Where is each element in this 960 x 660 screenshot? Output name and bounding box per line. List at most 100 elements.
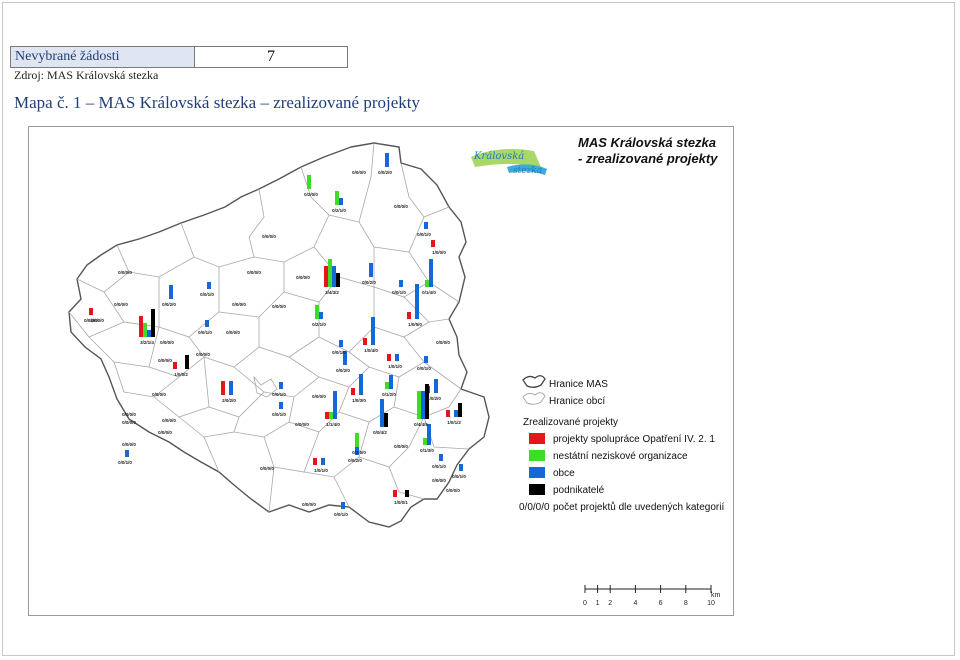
municipality-code-label: 1/0/0/0	[432, 250, 446, 255]
project-bar	[405, 490, 409, 497]
municipality-code-label: 0/0/2/0	[162, 302, 176, 307]
project-bar	[380, 399, 384, 427]
legend-swatch-blue	[529, 467, 545, 478]
municipality-code-label: 0/0/1/0	[118, 460, 132, 465]
kralovska-stezka-logo: Královská stezka	[471, 149, 547, 176]
legend-section-title: Zrealizované projekty	[523, 417, 618, 428]
project-bar	[424, 222, 428, 229]
municipality-code-label: 1/0/4/0	[364, 348, 378, 353]
municipality-code-label: 0/0/1/0	[332, 350, 346, 355]
logo-text-kralovska: Královská	[473, 151, 524, 162]
legend-code-explanation: počet projektů dle uvedených kategorií	[553, 501, 724, 513]
project-bar	[459, 464, 463, 471]
municipality-code-label: 0/1/2/0	[382, 392, 396, 397]
legend-label-spoluprace: projekty spolupráce Opatření IV. 2. 1	[553, 434, 715, 445]
project-bar	[446, 410, 450, 417]
project-bar	[229, 381, 233, 395]
municipality-code-label: 0/0/1/0	[432, 464, 446, 469]
municipality-code-label: 0/0/0/0	[295, 422, 309, 427]
municipality-code-label: 1/0/1/2	[447, 420, 461, 425]
municipality-code-label: 0/0/0/0	[247, 270, 261, 275]
municipality-code-label: 0/0/1/0	[198, 330, 212, 335]
project-bar	[415, 284, 419, 319]
legend-mas-boundary-symbol	[522, 375, 546, 388]
project-bar	[205, 320, 209, 327]
municipality-code-label: 0/0/0/0	[302, 502, 316, 507]
scale-tick-label: 6	[659, 600, 663, 607]
municipality-code-label: 0/0/0/0	[160, 340, 174, 345]
municipality-code-label: 0/2/1/0	[332, 208, 346, 213]
municipality-code-label: 0/0/0/0	[432, 478, 446, 483]
project-bar	[143, 323, 147, 337]
municipality-code-label: 0/2/0/0	[352, 450, 366, 455]
municipality-code-label: 0/0/1/0	[200, 292, 214, 297]
project-bar	[341, 502, 345, 509]
project-bar	[335, 191, 339, 205]
project-bar	[307, 175, 311, 189]
summary-table-row: Nevybrané žádosti 7	[10, 46, 348, 68]
project-bar	[279, 402, 283, 409]
municipality-code-label: 0/0/0/0	[122, 420, 136, 425]
project-bar	[425, 280, 429, 287]
source-note: Zdroj: MAS Královská stezka	[14, 68, 159, 82]
project-bar	[329, 412, 333, 419]
project-bar	[351, 388, 355, 395]
municipality-code-label: 1/0/3/0	[352, 398, 366, 403]
scale-tick-label: 2	[608, 600, 612, 607]
project-bar	[279, 382, 283, 389]
municipality-code-label: 0/0/0/0	[122, 442, 136, 447]
project-bar	[399, 280, 403, 287]
municipality-code-label: 0/0/0/0	[162, 418, 176, 423]
municipality-code-label: 0/0/0/0	[262, 234, 276, 239]
municipality-code-label: 0/0/4/2	[373, 430, 387, 435]
municipality-code-label: 1/0/0/0	[90, 318, 104, 323]
project-bar	[385, 153, 389, 167]
municipality-code-label: 1/0/0/2	[174, 372, 188, 377]
project-bar	[139, 316, 143, 337]
municipality-code-label: 3/2/1/4	[140, 340, 154, 345]
project-bar	[407, 312, 411, 319]
project-bar	[169, 285, 173, 299]
map-title-line1: MAS Královská stezka	[578, 135, 716, 150]
project-bar	[423, 438, 427, 445]
municipality-code-label: 0/0/0/0	[352, 170, 366, 175]
municipality-code-label: 3/4/3/2	[325, 290, 339, 295]
map-heading: Mapa č. 1 – MAS Královská stezka – zreal…	[14, 93, 420, 112]
project-bar	[89, 308, 93, 315]
legend-obci-boundary-symbol	[522, 392, 546, 405]
project-bar	[336, 273, 340, 287]
table-label: Nevybrané žádosti	[11, 47, 195, 67]
project-bar	[333, 391, 337, 419]
municipality-code-label: 1/0/0/1	[394, 500, 408, 505]
legend-swatch-green	[529, 450, 545, 461]
municipality-code-label: 0/0/1/0	[334, 512, 348, 517]
legend-hranice-obci: Hranice obcí	[549, 396, 605, 407]
scale-tick-label: 10	[707, 600, 715, 607]
legend-label-podnikatele: podnikatelé	[553, 485, 605, 496]
municipality-code-label: 0/0/1/0	[392, 290, 406, 295]
legend-hranice-mas: Hranice MAS	[549, 379, 608, 390]
project-bar	[325, 412, 329, 419]
project-bar	[427, 424, 431, 445]
project-bar	[339, 340, 343, 347]
municipality-code-label: 0/0/0/0	[152, 392, 166, 397]
project-bar	[315, 305, 319, 319]
municipality-code-label: 0/1/4/0	[422, 290, 436, 295]
municipality-code-label: 1/0/1/0	[388, 364, 402, 369]
project-bar	[421, 391, 425, 419]
municipality-code-label: 0/0/1/0	[417, 366, 431, 371]
project-bar	[434, 379, 438, 393]
scale-tick-label: 1	[596, 600, 600, 607]
project-bar	[313, 458, 317, 465]
project-bar	[147, 330, 151, 337]
mas-boundary	[68, 142, 490, 528]
legend-label-obce: obce	[553, 468, 575, 479]
project-bar	[185, 355, 189, 369]
municipality-code-label: 0/0/1/0	[272, 412, 286, 417]
map-title-line2: - zrealizované projekty	[578, 151, 718, 166]
project-bar	[339, 198, 343, 205]
map-frame: 0/0/0/0 0/0/2/0 0/2/0/0 0/0/0/0 0/2/1/0 0/0/1…	[28, 126, 734, 616]
municipality-code-label: 0/0/2/0	[348, 458, 362, 463]
municipality-code-label: 0/4/4/5	[414, 422, 428, 427]
municipality-code-label: 0/2/1/0	[312, 322, 326, 327]
